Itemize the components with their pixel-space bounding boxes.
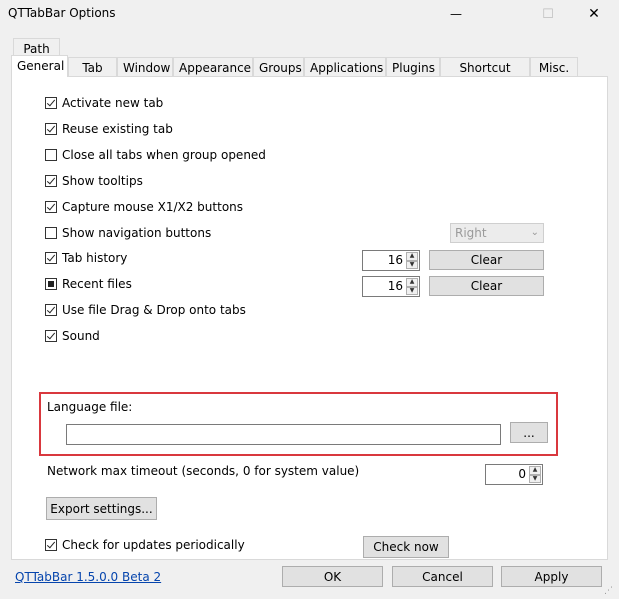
checkbox[interactable] (45, 201, 57, 213)
language-file-input[interactable] (66, 424, 501, 445)
option-show-tooltips[interactable]: Show tooltips (45, 173, 143, 189)
browse-language-button[interactable]: ... (510, 422, 548, 443)
export-settings-button[interactable]: Export settings... (46, 497, 157, 520)
ok-button[interactable]: OK (282, 566, 383, 587)
checkbox[interactable] (45, 227, 57, 239)
option-check-updates[interactable]: Check for updates periodically (45, 537, 245, 553)
spin-down-icon[interactable]: ▼ (406, 286, 418, 295)
option-sound[interactable]: Sound (45, 328, 100, 344)
tab-appearance[interactable]: Appearance (173, 57, 253, 77)
checkbox[interactable] (45, 278, 57, 290)
option-reuse-existing-tab[interactable]: Reuse existing tab (45, 121, 173, 137)
spin-down-icon[interactable]: ▼ (529, 474, 541, 483)
language-file-label: Language file: (47, 400, 133, 414)
chevron-down-icon: ⌄ (530, 227, 539, 238)
checkbox[interactable] (45, 252, 57, 264)
tab-shortcut-keys[interactable]: Shortcut Keys (440, 57, 530, 95)
maximize-icon: ☐ (542, 6, 554, 22)
checkbox[interactable] (45, 97, 57, 109)
tab-history-stepper[interactable]: 16 ▲ ▼ (362, 250, 420, 271)
option-capture-mouse-buttons[interactable]: Capture mouse X1/X2 buttons (45, 199, 243, 215)
checkbox[interactable] (45, 539, 57, 551)
tab-general[interactable]: General (11, 55, 68, 77)
tab-window[interactable]: Window (117, 57, 173, 77)
checkbox[interactable] (45, 175, 57, 187)
minimize-button[interactable]: — (433, 0, 479, 28)
tab-tab[interactable]: Tab (68, 57, 117, 77)
tab-plugins[interactable]: Plugins (386, 57, 440, 77)
checkbox[interactable] (45, 304, 57, 316)
version-link[interactable]: QTTabBar 1.5.0.0 Beta 2 (15, 570, 161, 584)
option-show-navigation-buttons[interactable]: Show navigation buttons (45, 225, 211, 241)
option-close-all-tabs[interactable]: Close all tabs when group opened (45, 147, 266, 163)
cancel-button[interactable]: Cancel (392, 566, 493, 587)
recent-files-stepper[interactable]: 16 ▲ ▼ (362, 276, 420, 297)
spin-down-icon[interactable]: ▼ (406, 260, 418, 269)
navigation-position-select: Right ⌄ (450, 223, 544, 243)
option-tab-history[interactable]: Tab history (45, 250, 127, 266)
spin-up-icon[interactable]: ▲ (529, 466, 541, 475)
checkbox[interactable] (45, 123, 57, 135)
option-file-drag-drop[interactable]: Use file Drag & Drop onto tabs (45, 302, 246, 318)
spin-up-icon[interactable]: ▲ (406, 252, 418, 261)
window-title: QTTabBar Options (8, 6, 116, 20)
clear-tab-history-button[interactable]: Clear (429, 250, 544, 270)
network-timeout-label: Network max timeout (seconds, 0 for syst… (47, 464, 360, 478)
close-icon: ✕ (588, 6, 600, 22)
maximize-button: ☐ (525, 0, 571, 28)
option-recent-files[interactable]: Recent files (45, 276, 132, 292)
option-activate-new-tab[interactable]: Activate new tab (45, 95, 163, 111)
checkbox[interactable] (45, 149, 57, 161)
resize-grip-icon[interactable]: ⋰ (604, 586, 613, 596)
tab-applications[interactable]: Applications (304, 57, 386, 77)
network-timeout-stepper[interactable]: 0 ▲ ▼ (485, 464, 543, 485)
tab-misc[interactable]: Misc. (530, 57, 578, 77)
checkbox[interactable] (45, 330, 57, 342)
check-now-button[interactable]: Check now (363, 536, 449, 558)
clear-recent-files-button[interactable]: Clear (429, 276, 544, 296)
minimize-icon: — (450, 7, 462, 21)
close-button[interactable]: ✕ (571, 0, 617, 28)
tab-groups[interactable]: Groups (253, 57, 304, 77)
apply-button[interactable]: Apply (501, 566, 602, 587)
spin-up-icon[interactable]: ▲ (406, 278, 418, 287)
